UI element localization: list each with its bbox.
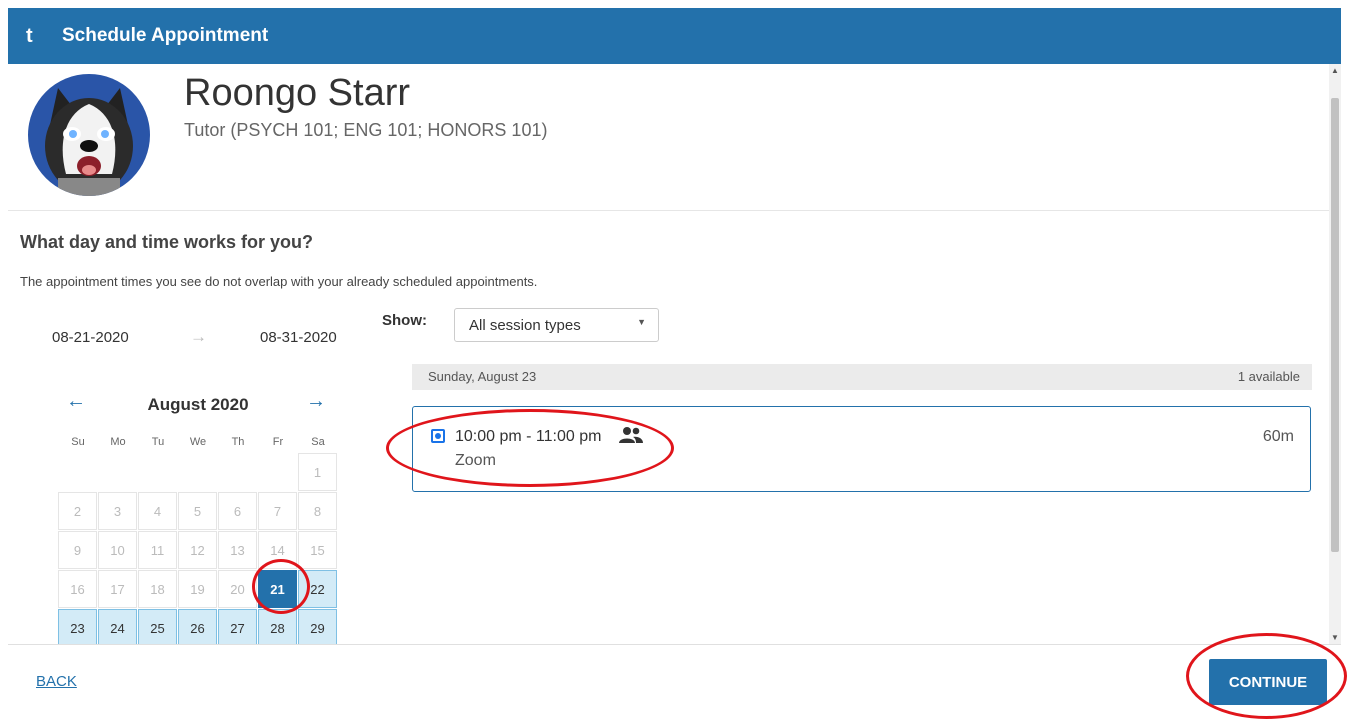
weekday-label: Su <box>71 436 85 448</box>
calendar-day-9: 9 <box>58 531 97 569</box>
scroll-down-icon[interactable]: ▼ <box>1329 633 1341 642</box>
tutor-avatar <box>28 74 150 196</box>
footer-divider <box>8 644 1341 645</box>
calendar-day-18: 18 <box>138 570 177 608</box>
calendar-day-3: 3 <box>98 492 137 530</box>
weekday-label: We <box>189 436 207 448</box>
calendar-day-26[interactable]: 26 <box>178 609 217 644</box>
tutor-role: Tutor (PSYCH 101; ENG 101; HONORS 101) <box>184 120 548 140</box>
range-end-date[interactable]: 08-31-2020 <box>260 329 337 346</box>
slot-duration: 60m <box>1262 428 1294 445</box>
calendar-day-15: 15 <box>298 531 337 569</box>
weekday-label: Th <box>231 436 245 448</box>
annotation-ring-continue <box>1186 633 1347 719</box>
day-label: Sunday, August 23 <box>428 369 537 384</box>
calendar-day-7: 7 <box>258 492 297 530</box>
calendar-day-24[interactable]: 24 <box>98 609 137 644</box>
calendar-day-5: 5 <box>178 492 217 530</box>
calendar-day-12: 12 <box>178 531 217 569</box>
calendar-day-11: 11 <box>138 531 177 569</box>
range-arrow-icon: → <box>190 327 207 346</box>
section-heading: What day and time works for you? <box>20 232 314 252</box>
session-type-value: All session types <box>469 317 581 334</box>
app-header: t Schedule Appointment <box>8 8 1341 64</box>
calendar-day-1: 1 <box>298 453 337 491</box>
weekday-label: Fr <box>272 436 284 448</box>
calendar-day-25[interactable]: 25 <box>138 609 177 644</box>
filter-label: Show: <box>382 312 427 329</box>
annotation-ring-date <box>252 559 310 614</box>
next-month-icon[interactable]: → <box>306 390 326 413</box>
calendar-day-19: 19 <box>178 570 217 608</box>
calendar-day-2: 2 <box>58 492 97 530</box>
weekday-label: Mo <box>110 436 126 448</box>
vertical-scrollbar[interactable]: ▲ ▼ <box>1329 64 1341 644</box>
range-start-date[interactable]: 08-21-2020 <box>52 329 129 346</box>
calendar-day-27[interactable]: 27 <box>218 609 257 644</box>
calendar-day-28[interactable]: 28 <box>258 609 297 644</box>
day-header: Sunday, August 23 1 available <box>412 364 1312 390</box>
divider <box>8 210 1329 211</box>
calendar-day-6: 6 <box>218 492 257 530</box>
calendar-day-23[interactable]: 23 <box>58 609 97 644</box>
availability-count: 1 available <box>1237 369 1300 384</box>
scroll-content: Roongo Starr Tutor (PSYCH 101; ENG 101; … <box>8 64 1329 644</box>
calendar-day-16: 16 <box>58 570 97 608</box>
overlap-note: The appointment times you see do not ove… <box>20 274 538 289</box>
calendar-day-8: 8 <box>298 492 337 530</box>
annotation-ring-slot <box>386 409 674 487</box>
calendar-day-17: 17 <box>98 570 137 608</box>
tutor-name: Roongo Starr <box>184 72 411 114</box>
calendar-day-29[interactable]: 29 <box>298 609 337 644</box>
back-link[interactable]: BACK <box>36 673 77 690</box>
calendar-day-13: 13 <box>218 531 257 569</box>
chevron-down-icon: ▼ <box>637 317 646 327</box>
scrollbar-thumb[interactable] <box>1331 98 1339 552</box>
scroll-up-icon[interactable]: ▲ <box>1329 66 1341 75</box>
page-title: Schedule Appointment <box>62 25 269 46</box>
app-logo: t <box>26 24 33 47</box>
weekday-label: Sa <box>311 436 325 448</box>
weekday-label: Tu <box>151 436 165 448</box>
calendar-day-4: 4 <box>138 492 177 530</box>
calendar-month: August 2020 <box>147 395 249 414</box>
session-type-select[interactable]: All session types ▼ <box>454 308 659 342</box>
calendar-day-10: 10 <box>98 531 137 569</box>
